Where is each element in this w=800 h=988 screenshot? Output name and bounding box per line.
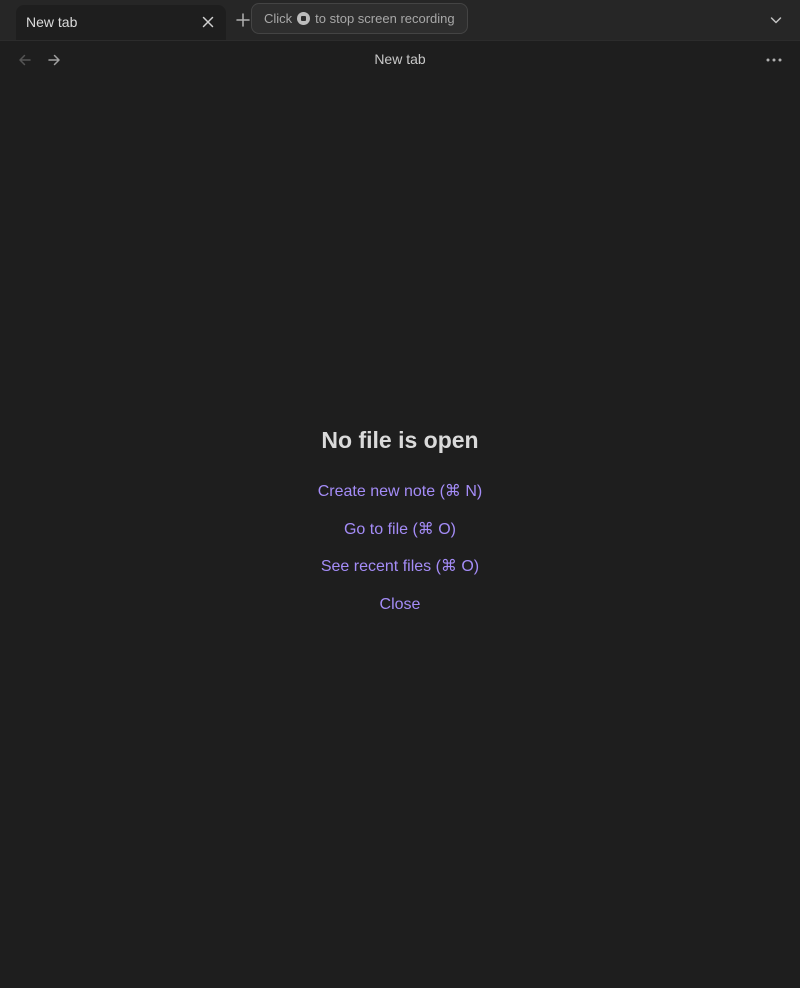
- view-title: New tab: [374, 51, 426, 67]
- tab-strip: New tab Click to stop screen recording: [0, 0, 800, 41]
- empty-state-title: No file is open: [321, 427, 479, 453]
- close-link[interactable]: Close: [380, 595, 421, 615]
- more-horizontal-icon[interactable]: [764, 51, 784, 69]
- empty-state: No file is open Create new note (⌘ N) Go…: [0, 424, 800, 632]
- chevron-down-icon[interactable]: [766, 10, 786, 30]
- recording-banner: Click to stop screen recording: [251, 3, 468, 34]
- stop-record-icon[interactable]: [297, 12, 311, 25]
- tab-new-tab[interactable]: New tab: [16, 5, 226, 40]
- see-recent-files-link[interactable]: See recent files (⌘ O): [321, 557, 479, 577]
- recording-banner-suffix: to stop screen recording: [315, 11, 455, 26]
- plus-icon[interactable]: [233, 10, 253, 30]
- go-to-file-link[interactable]: Go to file (⌘ O): [344, 520, 456, 540]
- view-header: New tab: [0, 41, 800, 79]
- empty-state-actions: Create new note (⌘ N) Go to file (⌘ O) S…: [0, 482, 800, 632]
- close-icon[interactable]: [198, 12, 218, 32]
- create-new-note-link[interactable]: Create new note (⌘ N): [318, 482, 483, 502]
- app-window: New tab Click to stop screen recording N…: [0, 0, 800, 988]
- tab-label: New tab: [26, 14, 78, 30]
- recording-banner-prefix: Click: [264, 11, 293, 26]
